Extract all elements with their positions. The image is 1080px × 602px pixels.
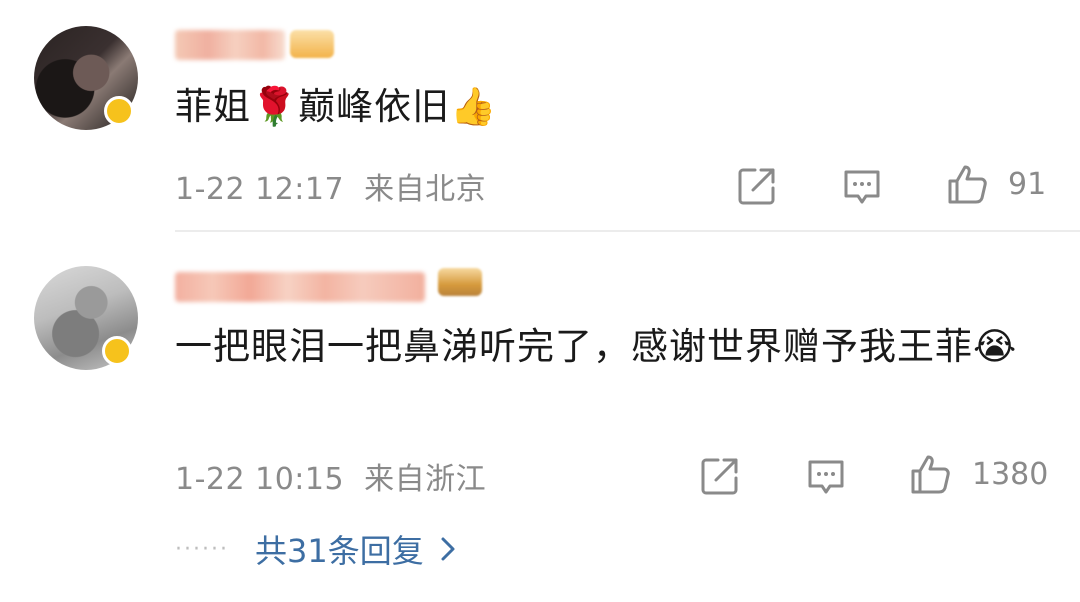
thumbs-up-icon [948, 165, 987, 204]
comment-item: 菲姐🌹巅峰依旧👍 1-22 12:17 来自北京 91 [0, 0, 1080, 230]
username-blurred[interactable] [175, 272, 425, 302]
comment-location: 来自北京 [364, 172, 487, 207]
share-button[interactable] [735, 164, 779, 208]
comment-item: 一把眼泪一把鼻涕听完了，感谢世界赠予我王菲😭 1-22 10:15 来自浙江 1… [0, 232, 1080, 502]
like-count: 91 [1008, 167, 1047, 202]
view-replies-link[interactable]: ······ 共31条回复 [175, 526, 458, 572]
comment-time: 1-22 10:15 [175, 462, 345, 497]
like-button[interactable] [945, 162, 989, 206]
verified-badge-icon [102, 336, 132, 366]
user-level-icon [290, 30, 334, 58]
verified-badge-icon [104, 96, 134, 126]
username-blurred[interactable] [175, 30, 285, 60]
comment-icon [808, 460, 844, 494]
like-count: 1380 [972, 457, 1049, 492]
comment-icon [844, 170, 880, 204]
comment-text: 一把眼泪一把鼻涕听完了，感谢世界赠予我王菲😭 [175, 325, 1018, 368]
share-button[interactable] [698, 454, 742, 498]
like-button[interactable] [908, 452, 952, 496]
comment-text: 菲姐🌹巅峰依旧👍 [175, 85, 498, 128]
comment-time: 1-22 12:17 [175, 172, 345, 207]
share-icon [738, 168, 775, 205]
chevron-right-icon [441, 537, 455, 561]
user-level-icon [438, 268, 482, 296]
comment-meta: 1-22 10:15 来自浙江 [175, 454, 486, 498]
comment-button[interactable] [804, 454, 848, 498]
replies-dots: ······ [175, 536, 229, 562]
share-icon [701, 458, 738, 495]
replies-label: 共31条回复 [254, 532, 424, 570]
comment-meta: 1-22 12:17 来自北京 [175, 164, 486, 208]
comment-button[interactable] [840, 164, 884, 208]
comment-location: 来自浙江 [364, 462, 487, 497]
thumbs-up-icon [911, 455, 950, 494]
